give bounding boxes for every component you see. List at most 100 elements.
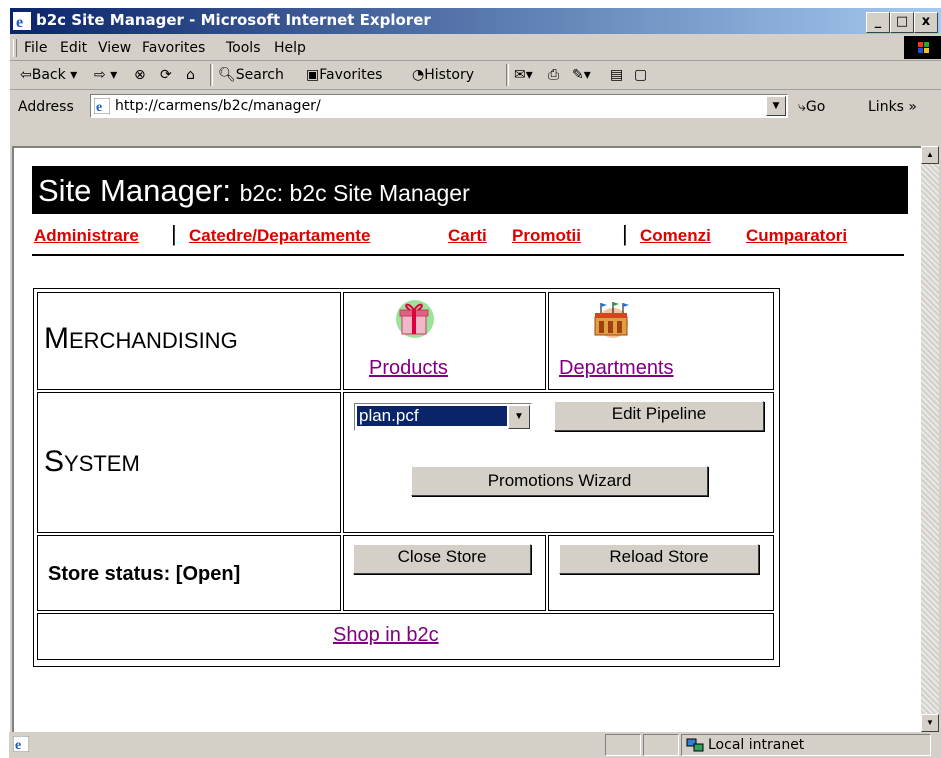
menu-tools[interactable]: Tools [226,40,261,56]
toolbar-separator [506,64,509,86]
page-header: Site Manager: b2c: b2c Site Manager [32,166,908,214]
nav-link-promotii[interactable]: Promotii [512,226,581,246]
toolbar-separator [210,64,213,86]
menu-edit[interactable]: Edit [60,40,87,56]
departments-cell: Departments [548,292,774,390]
menu-favorites[interactable]: Favorites [142,40,205,56]
refresh-icon[interactable]: ⟳ [160,67,172,83]
system-actions-cell: plan.pcf ▼ Edit Pipeline Promotions Wiza… [343,392,774,533]
menu-grip [13,39,17,57]
system-cell: SYSTEM [37,392,341,533]
favorites-icon: ▣ [306,67,320,83]
scroll-down-button[interactable]: ▼ [921,714,939,732]
status-pane [605,734,641,756]
address-bar: Address e http://carmens/b2c/manager/ ▼ … [10,91,941,121]
close-store-cell: Close Store [343,535,546,611]
merchandising-cell: MERCHANDISING [37,292,341,390]
status-bar: e Local intranet [9,732,941,758]
page-status-icon: e [13,736,29,752]
close-button[interactable]: x [914,12,938,33]
nav-link-carti[interactable]: Carti [448,226,487,246]
status-pane [643,734,679,756]
nav-link-comenzi[interactable]: Comenzi [640,226,711,246]
title-bar: e b2c Site Manager - Microsoft Internet … [10,8,941,34]
chevron-down-icon: ▾ [70,67,78,83]
favorites-button[interactable]: ▣Favorites [306,67,382,83]
mail-icon[interactable]: ✉▾ [514,67,533,83]
windows-logo [904,36,941,59]
edit-icon[interactable]: ✎▾ [572,67,591,83]
history-icon: ◔ [412,67,425,83]
svg-text:e: e [16,14,23,30]
standard-toolbar: ⇦Back ▾ ⇨ ▾ ⊗ ⟳ ⌂ 🔍︎Search ▣Favorites ◔H… [10,61,941,90]
page-viewport: Site Manager: b2c: b2c Site Manager Admi… [12,146,921,734]
search-button[interactable]: 🔍︎Search [218,67,284,83]
window-title: b2c Site Manager - Microsoft Internet Ex… [36,11,431,29]
nav-divider [32,254,904,256]
system-heading: SYSTEM [44,445,140,478]
nav-link-administrare[interactable]: Administrare [34,226,139,246]
menu-file[interactable]: File [24,40,47,56]
menu-view[interactable]: View [98,40,131,56]
scroll-up-button[interactable]: ▲ [921,146,939,164]
store-status-text: Store status: [Open] [48,563,241,585]
gift-icon[interactable] [390,299,438,339]
search-icon: 🔍︎ [218,67,236,83]
store-status-cell: Store status: [Open] [37,535,341,611]
store-icon[interactable] [589,299,633,339]
links-button[interactable]: Links » [868,99,917,115]
page-subtitle: b2c: b2c Site Manager [239,180,470,206]
intranet-icon [686,738,704,752]
internet-explorer-icon: e [13,12,31,30]
edit-pipeline-button[interactable]: Edit Pipeline [554,401,764,431]
go-arrow-icon: ⤷ [798,99,806,115]
windows-flag-icon [918,42,929,53]
svg-text:e: e [15,738,21,752]
promotions-wizard-button[interactable]: Promotions Wizard [411,466,708,496]
merchandising-heading: MERCHANDISING [44,322,238,355]
back-button[interactable]: ⇦Back ▾ [20,67,77,83]
address-label: Address [18,99,74,115]
print-icon[interactable]: ⎙ [548,67,559,83]
history-button[interactable]: ◔History [412,67,474,83]
menu-bar: File Edit View Favorites Tools Help [10,36,941,61]
pipeline-select-value: plan.pcf [356,405,508,427]
address-input[interactable]: e http://carmens/b2c/manager/ ▼ [90,94,788,118]
products-link[interactable]: Products [369,357,448,380]
chevron-down-icon[interactable]: ▼ [508,405,530,429]
forward-arrow-icon: ⇨ [94,67,106,83]
security-zone-pane: Local intranet [681,734,931,756]
maximize-button[interactable]: □ [890,12,914,33]
stop-icon[interactable]: ⊗ [134,67,146,83]
address-dropdown-button[interactable]: ▼ [766,96,786,116]
departments-link[interactable]: Departments [559,357,674,380]
page-title: Site Manager: b2c: b2c Site Manager [38,173,470,208]
close-store-button[interactable]: Close Store [353,544,531,574]
go-button[interactable]: ⤷Go [798,99,825,115]
reload-store-cell: Reload Store [548,535,774,611]
svg-text:e: e [96,100,102,114]
home-icon[interactable]: ⌂ [186,67,195,83]
shop-link[interactable]: Shop in b2c [333,624,439,647]
manager-table: MERCHANDISING Products Departments SYSTE… [33,288,780,667]
vertical-scrollbar[interactable]: ▲ ▼ [921,146,939,732]
nav-separator: | [171,221,177,246]
reload-store-button[interactable]: Reload Store [559,544,759,574]
messenger-icon[interactable]: ▢ [634,67,647,83]
security-zone-label: Local intranet [708,737,805,753]
page-icon: e [94,98,110,114]
discuss-icon[interactable]: ▤ [610,67,623,83]
nav-link-catedre-departamente[interactable]: Catedre/Departamente [189,226,370,246]
products-cell: Products [343,292,546,390]
shop-cell: Shop in b2c [37,613,774,660]
minimize-button[interactable]: _ [866,12,890,33]
forward-button[interactable]: ⇨ ▾ [94,67,117,83]
menu-help[interactable]: Help [274,40,306,56]
chevron-down-icon: ▾ [110,67,118,83]
nav-link-cumparatori[interactable]: Cumparatori [746,226,847,246]
nav-separator: | [622,221,628,246]
pipeline-select[interactable]: plan.pcf ▼ [354,403,532,431]
back-arrow-icon: ⇦ [20,67,32,83]
chevron-right-icon: » [908,99,917,115]
address-url: http://carmens/b2c/manager/ [115,98,321,114]
